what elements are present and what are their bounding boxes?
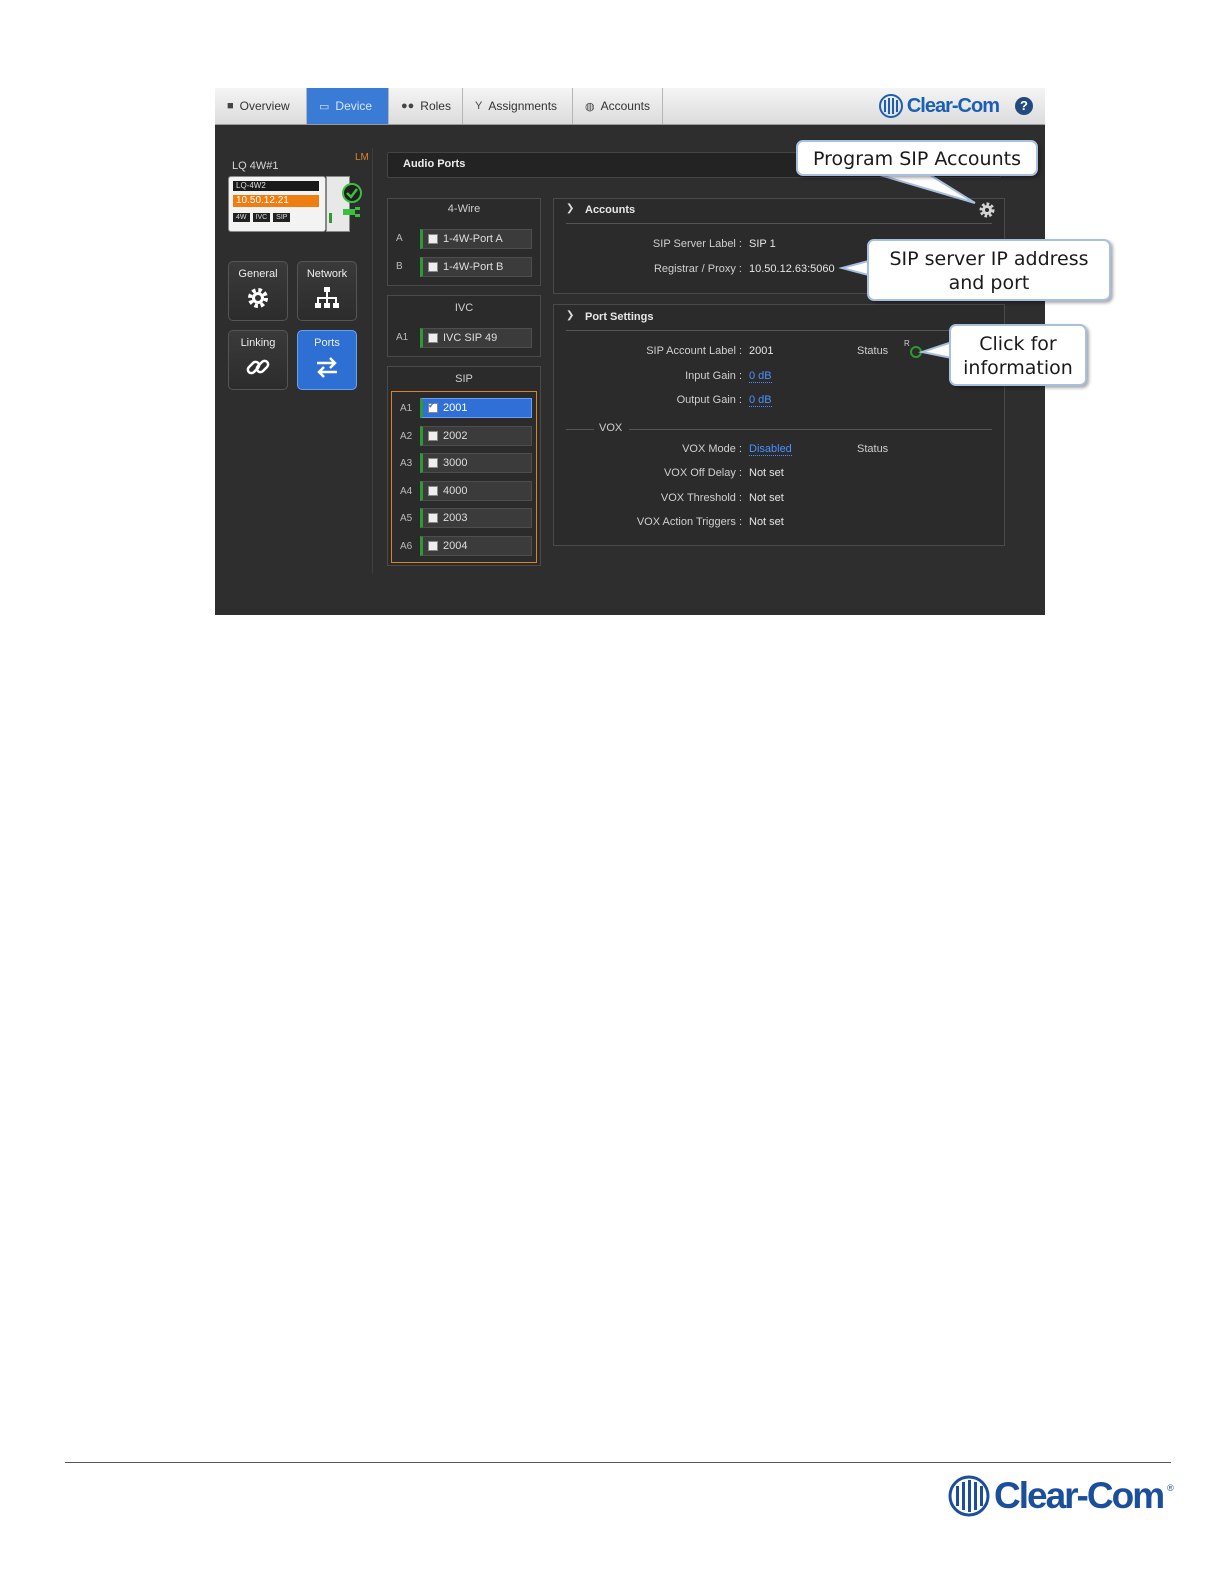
callout-text: Program SIP Accounts xyxy=(813,148,1021,170)
callout-text: information xyxy=(963,357,1073,379)
callout-text: Click for xyxy=(979,333,1057,355)
callout-click-for-information: Click for information xyxy=(949,324,1087,386)
registered-mark: ® xyxy=(1167,1483,1174,1493)
callout-program-sip-accounts: Program SIP Accounts xyxy=(796,140,1038,176)
callout-sip-server-address: SIP server IP address and port xyxy=(867,239,1111,301)
footer-logo: Clear-Com ® xyxy=(948,1474,1174,1518)
footer-brand-text: Clear-Com xyxy=(994,1475,1165,1516)
callout-text: and port xyxy=(948,272,1030,294)
callout-text: SIP server IP address xyxy=(889,248,1089,270)
clear-com-logo-icon xyxy=(948,1475,990,1517)
footer-rule xyxy=(65,1462,1171,1463)
